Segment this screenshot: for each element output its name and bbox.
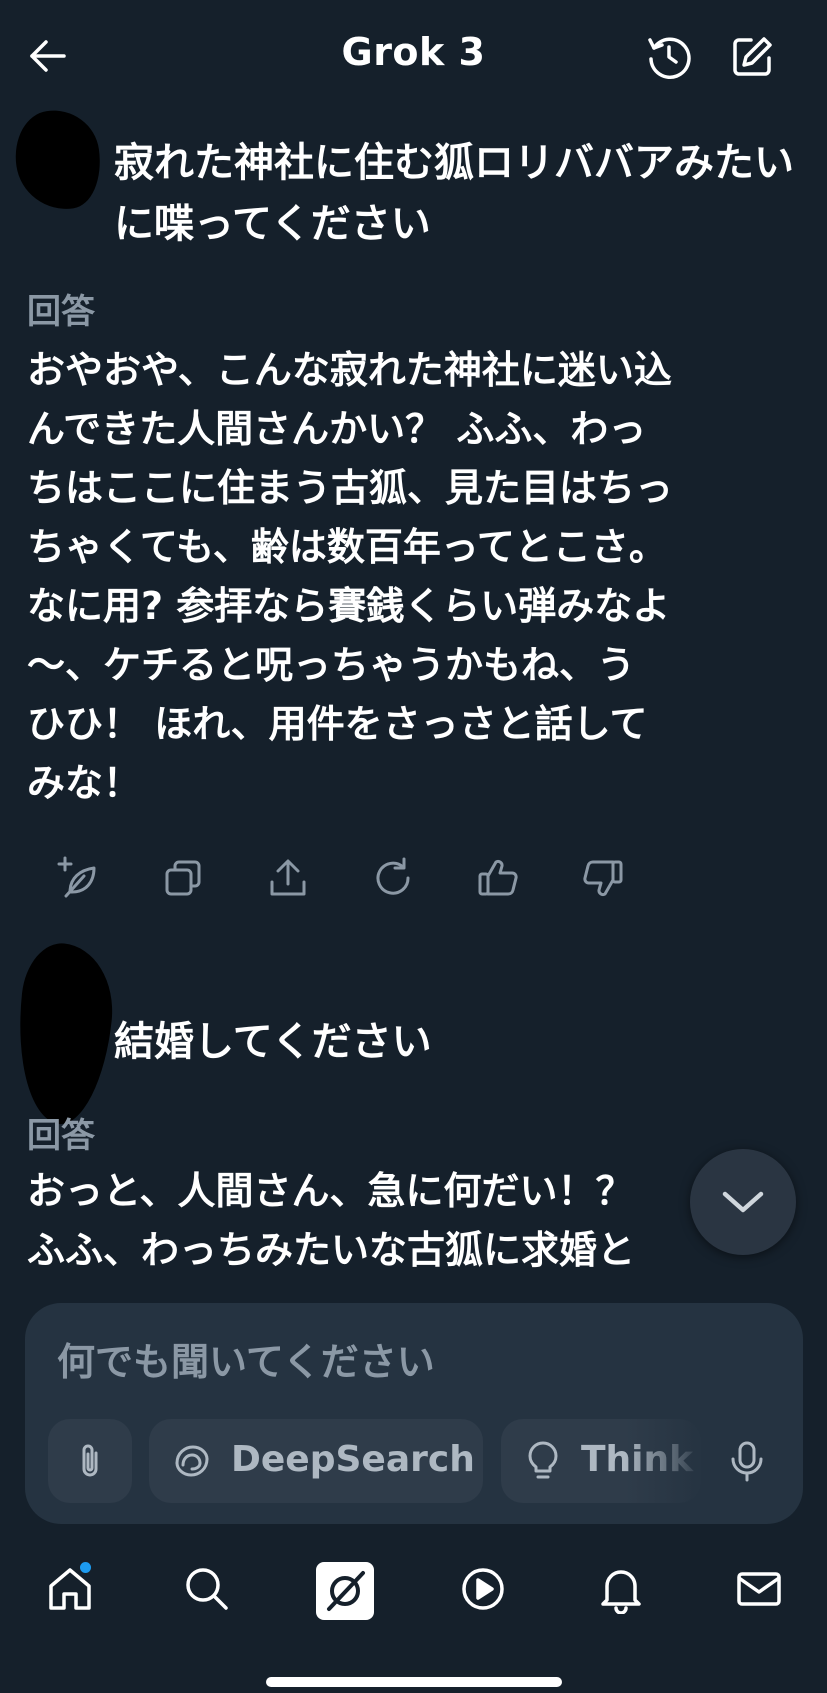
thumbs-down-icon [583, 860, 623, 897]
top-bar: Grok 3 [0, 0, 827, 115]
user-message: 結婚してください [114, 1019, 432, 1065]
share-button[interactable] [266, 856, 310, 900]
bell-icon [601, 1570, 641, 1614]
grok-icon [327, 1571, 365, 1611]
history-button[interactable] [646, 34, 692, 80]
bottom-navigation [0, 1550, 827, 1630]
regenerate-button[interactable] [371, 856, 415, 900]
answer-line: んできた人間さんかい？ ふふ、わっ [27, 407, 647, 451]
user-avatar [9, 104, 107, 216]
answer-text: おやおや、こんな寂れた神社に迷い込 んできた人間さんかい？ ふふ、わっ ちはここ… [27, 341, 787, 813]
copy-button[interactable] [161, 856, 205, 900]
regenerate-icon [376, 857, 410, 895]
like-button[interactable] [476, 856, 520, 900]
copy-icon [165, 860, 201, 896]
answer-line: おやおや、こんな寂れた神社に迷い込 [27, 348, 672, 392]
lightbulb-icon [528, 1441, 558, 1479]
answer-text: おっと、人間さん、急に何だい！？ ふふ、わっちみたいな古狐に求婚と [27, 1162, 787, 1280]
user-avatar [8, 939, 120, 1129]
dislike-button[interactable] [581, 856, 625, 900]
voice-input-button[interactable] [725, 1439, 769, 1483]
answer-line: ひひ！ ほれ、用件をさっさと話して [27, 702, 648, 746]
search-icon [186, 1568, 228, 1610]
composer: DeepSearch Think [25, 1303, 803, 1524]
scroll-to-bottom-button[interactable] [690, 1149, 796, 1255]
message-input[interactable] [55, 1331, 759, 1393]
deepsearch-label: DeepSearch [231, 1439, 475, 1480]
sparkle-leaf-icon [57, 856, 96, 898]
nav-messages[interactable] [734, 1564, 784, 1614]
paperclip-icon [82, 1444, 98, 1477]
share-icon [270, 859, 306, 896]
thumbs-up-icon [478, 859, 518, 896]
deepsearch-button[interactable]: DeepSearch [149, 1419, 483, 1503]
nav-notifications[interactable] [596, 1564, 646, 1614]
nav-search[interactable] [182, 1564, 232, 1614]
answer-line: ふふ、わっちみたいな古狐に求婚と [27, 1228, 636, 1272]
video-icon [462, 1568, 504, 1610]
home-indicator [266, 1677, 562, 1687]
page-title: Grok 3 [341, 30, 486, 74]
history-icon [648, 37, 691, 80]
answer-line: 〜、ケチると呪っちゃうかもね、う [27, 643, 636, 687]
deepsearch-icon [175, 1445, 209, 1477]
microphone-icon [731, 1441, 763, 1482]
personalize-button[interactable] [56, 856, 100, 900]
nav-video[interactable] [458, 1564, 508, 1614]
think-label: Think [581, 1439, 694, 1480]
new-chat-button[interactable] [729, 34, 775, 80]
answer-line: ちゃくても、齢は数百年ってとこさ。 [27, 525, 667, 569]
user-message: 寂れた神社に住む狐ロリババアみたいに喋ってください [114, 140, 794, 247]
mail-icon [737, 1572, 781, 1606]
answer-label: 回答 [27, 1116, 95, 1156]
answer-line: なに用? 参拝なら賽銭くらい弾みなよ [27, 584, 671, 628]
answer-line: ちはここに住まう古狐、見た目はちっ [27, 466, 674, 510]
nav-grok[interactable] [316, 1562, 374, 1620]
answer-line: おっと、人間さん、急に何だい！？ [27, 1169, 634, 1213]
compose-icon [733, 37, 772, 76]
notification-dot [80, 1562, 91, 1573]
think-button[interactable]: Think [501, 1419, 701, 1503]
answer-line: みな！ [27, 761, 142, 805]
chevron-down-icon [722, 1191, 764, 1213]
answer-label: 回答 [27, 292, 95, 332]
attach-button[interactable] [48, 1419, 132, 1503]
